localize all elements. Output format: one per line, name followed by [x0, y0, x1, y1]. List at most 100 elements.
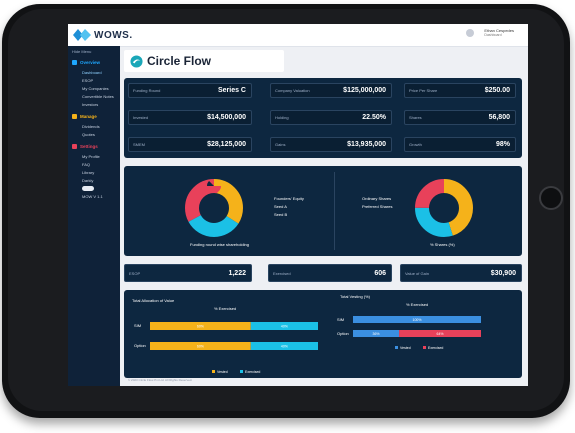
brand[interactable]: WOWS.: [73, 28, 133, 42]
stat-label: Price Per Share: [409, 88, 438, 93]
user-role: Dashboard: [484, 33, 502, 37]
allocation-bar-label: 40%: [281, 325, 288, 329]
stat-value: Series C: [217, 87, 246, 94]
esop-value: 1,222: [228, 270, 246, 277]
stat-label: SMEM: [133, 142, 145, 147]
sidebar-section-overview[interactable]: Overview: [68, 57, 120, 68]
stat-label: Gains: [275, 142, 286, 147]
shareholding-panel: Founders' Equity Seed A Seed B Funding r…: [124, 166, 522, 256]
sidebar-item-dashboard[interactable]: Dashboard: [68, 68, 120, 76]
hide-menu-button[interactable]: Hide Menu: [68, 46, 120, 57]
user-menu[interactable]: Ethan Cespedes Dashboard: [484, 28, 514, 37]
manage-icon: [72, 114, 77, 119]
chart-title: Total Allocation of Value: [132, 298, 175, 303]
stat-value: $125,000,000: [343, 87, 386, 94]
allocation-bar-label: 60%: [197, 325, 204, 329]
sidebar-item-faq[interactable]: FAQ: [68, 160, 120, 168]
wows-logo-icon: [73, 29, 91, 41]
sidebar-section-settings[interactable]: Settings: [68, 141, 120, 152]
app-screen: WOWS. Ethan Cespedes Dashboard Hide Menu…: [68, 24, 528, 386]
settings-icon: [72, 144, 77, 149]
exercised-tile: Exercised 606: [268, 264, 392, 282]
vesting-legend-label: Exercised: [428, 346, 443, 350]
exercised-label: Exercised: [273, 271, 291, 276]
stat-tile-holding: Holding 22.50%: [270, 110, 392, 125]
allocation-legend-swatch: [212, 370, 215, 373]
bar-chart-allocation: SIM 60% 40% Option 60% 40% Vested Exercised: [134, 322, 318, 374]
vesting-legend-swatch: [423, 346, 426, 349]
stat-label: Invested: [133, 115, 149, 120]
sidebar-item-my-companies[interactable]: My Companies: [68, 84, 120, 92]
page-header: Circle Flow: [124, 50, 284, 72]
sidebar-item-investors[interactable]: Investors: [68, 100, 120, 108]
brand-name: WOWS.: [94, 29, 133, 41]
stat-value: $13,935,000: [347, 141, 386, 148]
pie-legend-item: Seed B: [274, 212, 288, 217]
esop-tile: ESOP 1,222: [124, 264, 252, 282]
stats-panel: Funding Round Series C Company Valuation…: [124, 78, 522, 158]
vesting-legend-swatch: [395, 346, 398, 349]
stat-value: $28,125,000: [207, 141, 246, 148]
allocation-bar-label: 60%: [197, 345, 204, 349]
pie-legend-item: Ordinary Shares: [362, 196, 392, 201]
stat-tile-price-per-share: Price Per Share $250.00: [404, 83, 516, 98]
sidebar-item-my-profile[interactable]: My Profile: [68, 152, 120, 160]
stat-value: 22.50%: [362, 114, 386, 121]
vesting-category-label: SIM: [337, 317, 344, 322]
avatar[interactable]: [466, 29, 474, 37]
allocation-bar-label: 40%: [281, 345, 288, 349]
panel-divider: [334, 172, 335, 250]
sidebar-item-darkly[interactable]: Darkly: [68, 176, 120, 184]
bar-chart-vesting: SIM 100% Option 36% 64% Vested Exercised: [337, 316, 481, 350]
overview-icon: [72, 60, 77, 65]
pie-caption: % Shares (%): [430, 242, 455, 247]
sidebar-item-convertible-notes[interactable]: Convertible Notes: [68, 92, 120, 100]
sidebar-item-esop[interactable]: ESOP: [68, 76, 120, 84]
sidebar: Hide Menu Overview Dashboard ESOP My Com…: [68, 46, 120, 386]
pie-chart-share-types: [415, 179, 473, 237]
allocation-category-label: SIM: [134, 323, 141, 328]
value-of-gain-label: Value of Gain: [405, 271, 429, 276]
vesting-charts-panel: Total Allocation of Value % Exercised SI…: [124, 290, 522, 378]
sidebar-section-label: Manage: [80, 114, 97, 119]
vesting-legend-label: Vested: [400, 346, 411, 350]
stat-tile-invested: Invested $14,500,000: [128, 110, 252, 125]
top-bar: WOWS. Ethan Cespedes Dashboard: [68, 24, 528, 47]
pie-legend-item: Seed A: [274, 204, 287, 209]
tablet-frame: WOWS. Ethan Cespedes Dashboard Hide Menu…: [2, 4, 570, 418]
page-title: Circle Flow: [147, 54, 212, 68]
esop-label: ESOP: [129, 271, 141, 276]
sidebar-section-manage[interactable]: Manage: [68, 111, 120, 122]
sidebar-item-library[interactable]: Library: [68, 168, 120, 176]
sidebar-item-quotes[interactable]: Quotes: [68, 130, 120, 138]
version-label: MOW V 1.1: [82, 194, 103, 199]
value-of-gain-tile: Value of Gain $30,900: [400, 264, 522, 282]
stat-value: 56,800: [488, 114, 510, 121]
sidebar-item-dividends[interactable]: Dividends: [68, 122, 120, 130]
stat-label: Company Valuation: [275, 88, 310, 93]
vesting-category-label: Option: [337, 331, 349, 336]
home-button[interactable]: [539, 186, 563, 210]
stat-label: Funding Round: [133, 88, 161, 93]
sidebar-section-label: Overview: [80, 60, 101, 65]
vesting-bar-label: 100%: [413, 318, 422, 322]
stat-tile-gains: Gains $13,935,000: [270, 137, 392, 152]
allocation-legend-label: Vested: [217, 370, 228, 374]
pie-legend-item: Founders' Equity: [274, 196, 304, 201]
allocation-legend-swatch: [240, 370, 243, 373]
vesting-bar-label: 64%: [437, 332, 444, 336]
pie-legend-item: Preferred Shares: [362, 204, 393, 209]
value-of-gain-value: $30,900: [490, 270, 516, 277]
allocation-category-label: Option: [134, 343, 146, 348]
stat-value: 98%: [495, 141, 510, 148]
stat-label: Shares: [409, 115, 422, 120]
stat-tile-shares: Shares 56,800: [404, 110, 516, 125]
stat-label: Growth: [409, 142, 422, 147]
stat-tile-company-valuation: Company Valuation $125,000,000: [270, 83, 392, 98]
stat-label: Holding: [275, 115, 289, 120]
exercised-value: 606: [374, 270, 386, 277]
stat-value: $250.00: [484, 87, 510, 94]
pie-caption: Funding round wise shareholding: [190, 242, 249, 247]
stat-value: $14,500,000: [207, 114, 246, 121]
footer-copyright: © 2023 Circle Flow Pvt Ltd. All Rights R…: [128, 378, 193, 382]
